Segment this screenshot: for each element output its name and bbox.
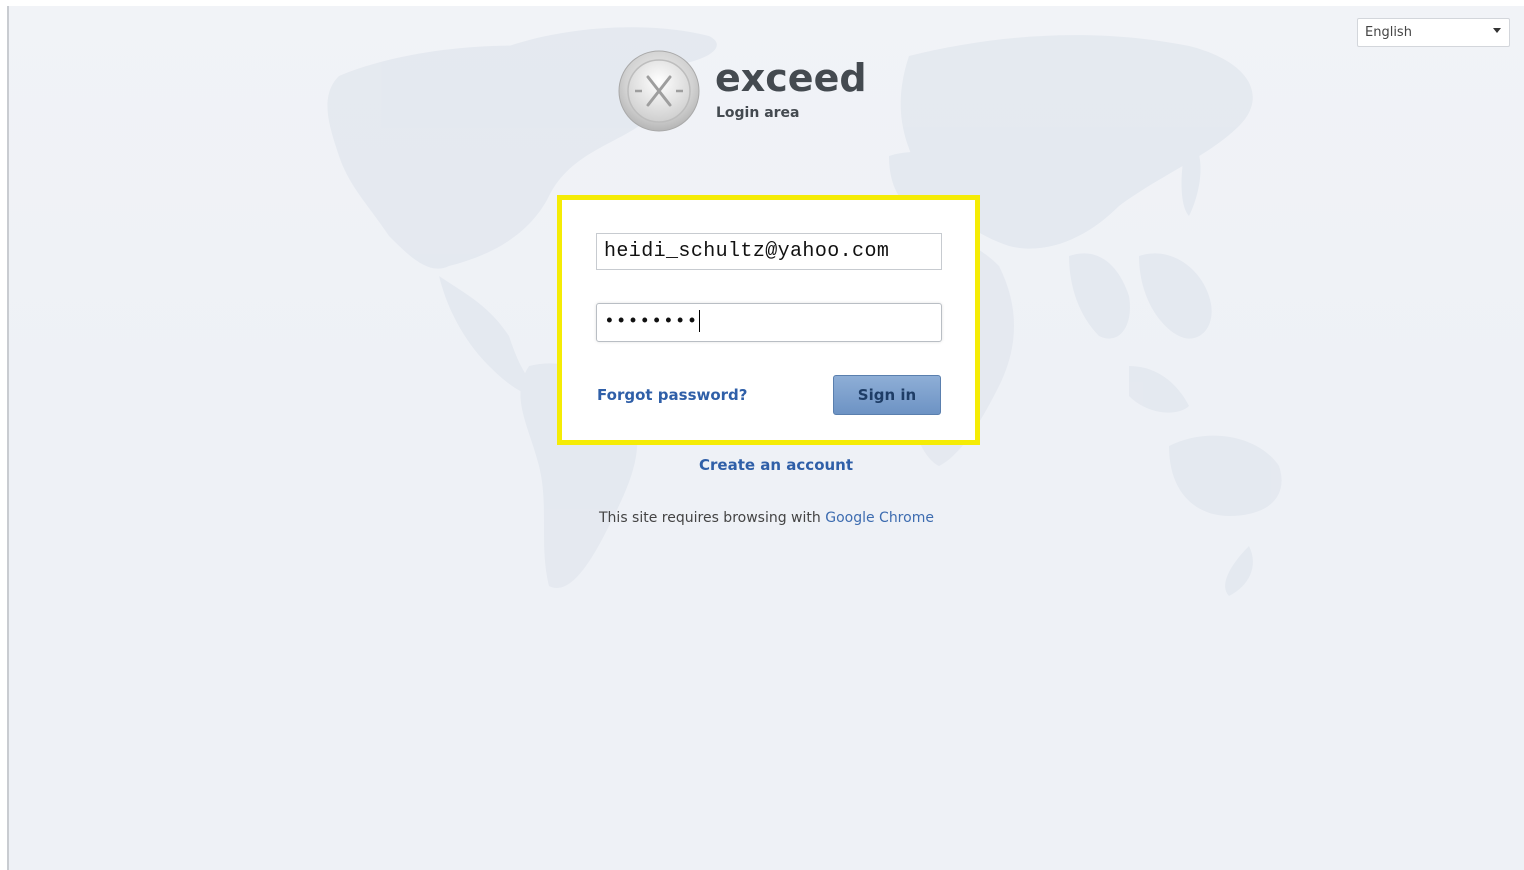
exceed-logo-icon — [618, 50, 700, 132]
email-field[interactable]: heidi_schultz@yahoo.com — [596, 233, 942, 270]
browser-requirement-note: This site requires browsing with Google … — [599, 510, 934, 526]
email-field-value: heidi_schultz@yahoo.com — [604, 240, 890, 263]
page-background: English exceed Login area heidi_schultz@… — [7, 6, 1524, 870]
brand-name: exceed — [715, 56, 867, 100]
browser-note-text: This site requires browsing with — [599, 510, 821, 526]
brand-subtitle: Login area — [716, 105, 800, 121]
text-cursor — [699, 310, 701, 333]
chevron-down-icon — [1493, 28, 1501, 33]
language-select[interactable]: English — [1357, 18, 1510, 47]
sign-in-button[interactable]: Sign in — [833, 375, 941, 415]
google-chrome-link[interactable]: Google Chrome — [825, 510, 934, 526]
forgot-password-link[interactable]: Forgot password? — [597, 386, 748, 404]
create-account-link[interactable]: Create an account — [699, 456, 853, 474]
language-select-value: English — [1365, 25, 1412, 40]
password-field-value: •••••••• — [604, 312, 699, 332]
password-field[interactable]: •••••••• — [596, 303, 942, 342]
